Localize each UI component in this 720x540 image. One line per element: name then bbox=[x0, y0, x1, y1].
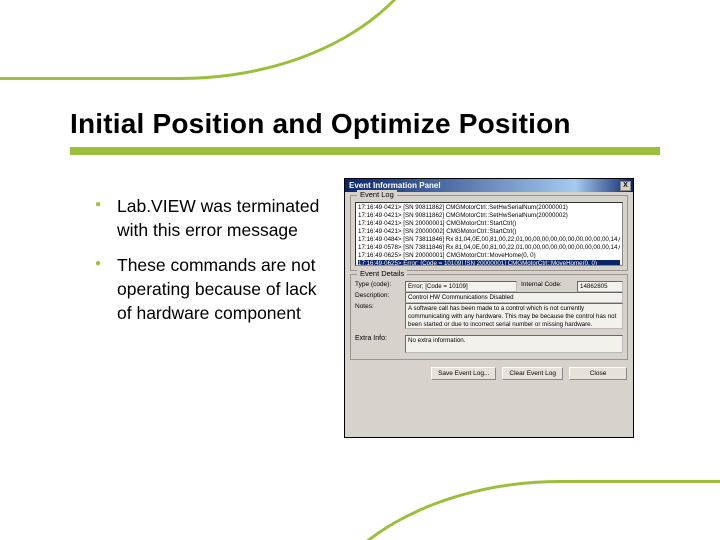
value-type: Error; [Code = 10109] bbox=[405, 281, 517, 292]
log-line: 17:16:49·0421> [SN 90811862] CMGMotorCtr… bbox=[358, 204, 620, 212]
log-line: 17:16:49·0421> [SN 20000001] CMGMotorCtr… bbox=[358, 220, 620, 228]
slide-title: Initial Position and Optimize Position bbox=[70, 108, 571, 140]
event-log-list: 17:16:49·0421> [SN 90811862] CMGMotorCtr… bbox=[355, 202, 623, 266]
slide-root: Initial Position and Optimize Position L… bbox=[0, 0, 720, 540]
button-row: Save Event Log... Clear Event Log Close bbox=[345, 363, 633, 385]
label-type: Type (code): bbox=[355, 281, 401, 288]
log-line: 17:16:49·0421> [SN 20000002] CMGMotorCtr… bbox=[358, 228, 620, 236]
log-line: 17:16:49·0421> [SN 90811862] CMGMotorCtr… bbox=[358, 212, 620, 220]
title-underline bbox=[70, 147, 660, 155]
label-internal: Internal Code: bbox=[521, 281, 573, 288]
log-line: 17:16:49·0625> [SN 20000001] CMGMotorCtr… bbox=[358, 252, 620, 260]
event-log-group: Event Log 17:16:49·0421> [SN 90811862] C… bbox=[350, 195, 628, 271]
label-notes: Notes: bbox=[355, 303, 401, 310]
log-line: 17:16:49·0578> [SN 73811846] Rx 81,04,0E… bbox=[358, 244, 620, 252]
close-button[interactable]: Close bbox=[569, 367, 627, 380]
group-legend: Event Log bbox=[357, 190, 397, 199]
value-extra: No extra information. bbox=[405, 335, 623, 353]
event-details-group: Event Details Type (code): Error; [Code … bbox=[350, 274, 628, 360]
bullet-text: These commands are not operating because… bbox=[117, 255, 316, 322]
bullet-text: Lab.VIEW was terminated with this error … bbox=[117, 196, 319, 240]
value-notes: A software call has been made to a contr… bbox=[405, 303, 623, 329]
save-event-log-button[interactable]: Save Event Log... bbox=[431, 367, 496, 380]
value-description: Control HW Communications Disabled bbox=[405, 292, 623, 303]
bullet-list: Lab.VIEW was terminated with this error … bbox=[95, 195, 330, 337]
details-grid: Type (code): Error; [Code = 10109] Inter… bbox=[355, 281, 623, 329]
label-description: Description: bbox=[355, 292, 401, 299]
value-internal: 14862805 bbox=[577, 281, 623, 292]
group-legend: Event Details bbox=[357, 269, 407, 278]
bullet-item: These commands are not operating because… bbox=[95, 254, 330, 325]
log-line: 17:16:49·0484> [SN 73811846] Rx 81,04,0E… bbox=[358, 236, 620, 244]
label-extra: Extra Info: bbox=[355, 335, 401, 353]
panel-title: Event Information Panel bbox=[349, 181, 441, 190]
close-icon[interactable]: X bbox=[620, 181, 631, 191]
bullet-item: Lab.VIEW was terminated with this error … bbox=[95, 195, 330, 242]
log-line-error: 17:16:49·0625> Error; [Code = 10109] [SN… bbox=[358, 260, 620, 266]
event-info-panel: Event Information Panel X Event Log 17:1… bbox=[344, 178, 634, 438]
clear-event-log-button[interactable]: Clear Event Log bbox=[502, 367, 563, 380]
decorative-arc-bottom bbox=[300, 480, 720, 540]
decorative-arc-top bbox=[0, 0, 440, 80]
